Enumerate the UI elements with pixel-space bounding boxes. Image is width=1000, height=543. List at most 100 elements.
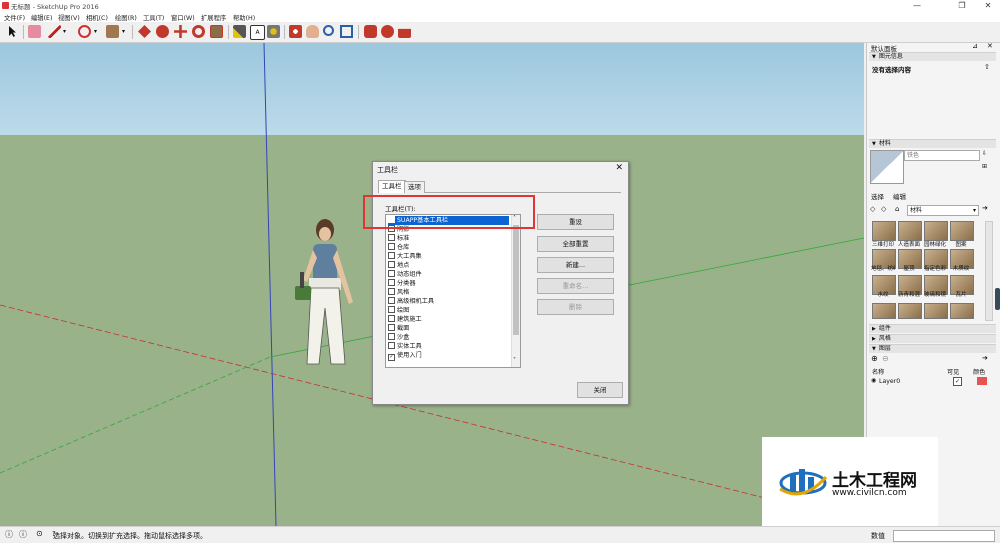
- add-layer-icon[interactable]: ⊕: [871, 354, 878, 363]
- menu-window[interactable]: 窗口(W): [171, 13, 195, 22]
- list-item[interactable]: ✓ 使用入门: [388, 351, 509, 361]
- material-name-input[interactable]: 铁色: [904, 150, 980, 161]
- toolbar-list[interactable]: SUAPP基本工具栏 阴影 标准 仓库 大工具集 地点 动态组件 分类器 风格 …: [385, 214, 521, 368]
- send-to-layout-icon[interactable]: [398, 28, 411, 38]
- entity-info-toggle-icon[interactable]: ⇧: [984, 63, 990, 71]
- credits-icon[interactable]: ⓘ: [19, 529, 27, 540]
- material-swatch[interactable]: [924, 303, 948, 319]
- list-item[interactable]: 风格: [388, 288, 509, 297]
- home-icon[interactable]: ⌂: [895, 205, 899, 213]
- active-layer-radio-icon[interactable]: ◉: [871, 377, 876, 384]
- menu-help[interactable]: 帮助(H): [233, 13, 255, 22]
- list-item[interactable]: 绘图: [388, 306, 509, 315]
- checkbox[interactable]: [388, 252, 395, 259]
- scale-figure-person[interactable]: [287, 218, 363, 370]
- tab-options[interactable]: 选项: [404, 181, 425, 193]
- material-swatch[interactable]: [872, 221, 896, 241]
- details-arrow-icon[interactable]: ➔: [982, 204, 988, 212]
- menu-view[interactable]: 视图(V): [58, 13, 80, 22]
- chevron-down-icon[interactable]: ▾: [122, 28, 125, 35]
- menu-tools[interactable]: 工具(T): [143, 13, 164, 22]
- checkbox[interactable]: [388, 315, 395, 322]
- tab-edit[interactable]: 编辑: [893, 191, 906, 201]
- list-item[interactable]: 实体工具: [388, 342, 509, 351]
- layer-color-chip[interactable]: [977, 377, 987, 385]
- material-swatch[interactable]: [924, 221, 948, 241]
- dialog-close-button[interactable]: 关闭: [577, 382, 623, 398]
- user-icon[interactable]: ⊙: [36, 529, 43, 538]
- dialog-close-icon[interactable]: ✕: [615, 163, 623, 173]
- list-item[interactable]: 高级相机工具: [388, 297, 509, 306]
- material-swatch[interactable]: [898, 303, 922, 319]
- rectangle-icon[interactable]: [106, 25, 119, 38]
- pencil-line-icon[interactable]: [48, 25, 61, 38]
- paint-bucket-icon[interactable]: [267, 25, 280, 38]
- scroll-down-icon[interactable]: ˅: [513, 357, 516, 364]
- material-swatch[interactable]: [950, 221, 974, 241]
- rename-button[interactable]: 重命名...: [537, 278, 614, 294]
- material-swatch[interactable]: [872, 303, 896, 319]
- extension-warehouse-icon[interactable]: [381, 25, 394, 38]
- entity-info-header[interactable]: ▼ 图元信息: [869, 52, 996, 61]
- checkbox[interactable]: [388, 270, 395, 277]
- layer-name[interactable]: Layer0: [879, 378, 900, 385]
- checkbox[interactable]: [388, 234, 395, 241]
- tape-measure-icon[interactable]: [233, 25, 246, 38]
- layer-visible-checkbox[interactable]: ✓: [953, 377, 962, 386]
- follow-me-icon[interactable]: [156, 25, 169, 38]
- orbit-icon[interactable]: [289, 25, 302, 38]
- material-swatch[interactable]: [950, 303, 974, 319]
- zoom-extents-icon[interactable]: [340, 25, 353, 38]
- layers-header[interactable]: ▼ 图层: [869, 344, 996, 353]
- material-library-select[interactable]: 材料 ▾: [907, 205, 979, 216]
- list-item[interactable]: 仓库: [388, 243, 509, 252]
- list-item[interactable]: 地点: [388, 261, 509, 270]
- material-swatch[interactable]: [898, 221, 922, 241]
- tray-edge-handle[interactable]: [995, 288, 1000, 310]
- scale-icon[interactable]: [210, 25, 223, 38]
- zoom-magnifier-icon[interactable]: [323, 25, 334, 36]
- menu-camera[interactable]: 相机(C): [86, 13, 108, 22]
- list-item[interactable]: 沙盒: [388, 333, 509, 342]
- checkbox[interactable]: [388, 324, 395, 331]
- checkbox[interactable]: [388, 261, 395, 268]
- geolocation-icon[interactable]: ⓘ: [5, 529, 13, 540]
- forward-arrow-icon[interactable]: ◇: [881, 205, 886, 213]
- list-item[interactable]: 分类器: [388, 279, 509, 288]
- chevron-down-icon[interactable]: ▾: [63, 28, 66, 35]
- checkbox[interactable]: ✓: [388, 354, 395, 361]
- checkbox[interactable]: [388, 297, 395, 304]
- styles-header[interactable]: ▶ 风格: [869, 334, 996, 343]
- create-material-icon[interactable]: ⇩: [982, 150, 987, 157]
- checkbox[interactable]: [388, 279, 395, 286]
- menu-edit[interactable]: 编辑(E): [31, 13, 53, 22]
- pin-icon[interactable]: ⊿: [972, 42, 978, 50]
- arc-icon[interactable]: [78, 25, 91, 38]
- layer-details-icon[interactable]: ➔: [982, 354, 988, 362]
- move-icon[interactable]: [174, 25, 187, 38]
- new-toolbar-button[interactable]: 新建...: [537, 257, 614, 273]
- tab-select[interactable]: 选择: [871, 191, 884, 201]
- tab-toolbars[interactable]: 工具栏: [378, 180, 406, 193]
- push-pull-icon[interactable]: [138, 25, 151, 38]
- maximize-button[interactable]: ❐: [950, 0, 974, 11]
- list-item[interactable]: 动态组件: [388, 270, 509, 279]
- list-item[interactable]: 大工具集: [388, 252, 509, 261]
- remove-layer-icon[interactable]: ⊖: [882, 354, 889, 363]
- checkbox[interactable]: [388, 342, 395, 349]
- list-item[interactable]: 建筑施工: [388, 315, 509, 324]
- materials-scrollbar[interactable]: [985, 221, 993, 321]
- text-label-icon[interactable]: A: [250, 25, 265, 40]
- checkbox[interactable]: [388, 243, 395, 250]
- checkbox[interactable]: [388, 288, 395, 295]
- close-icon[interactable]: ✕: [987, 42, 993, 50]
- eraser-icon[interactable]: [28, 25, 41, 38]
- checkbox[interactable]: [388, 306, 395, 313]
- display-secondary-icon[interactable]: ⊞: [982, 163, 987, 170]
- list-item[interactable]: 截面: [388, 324, 509, 333]
- minimize-button[interactable]: —: [905, 0, 929, 11]
- components-header[interactable]: ▶ 组件: [869, 324, 996, 333]
- delete-button[interactable]: 删除: [537, 299, 614, 315]
- close-window-button[interactable]: ✕: [976, 0, 1000, 11]
- back-arrow-icon[interactable]: ◇: [870, 205, 875, 213]
